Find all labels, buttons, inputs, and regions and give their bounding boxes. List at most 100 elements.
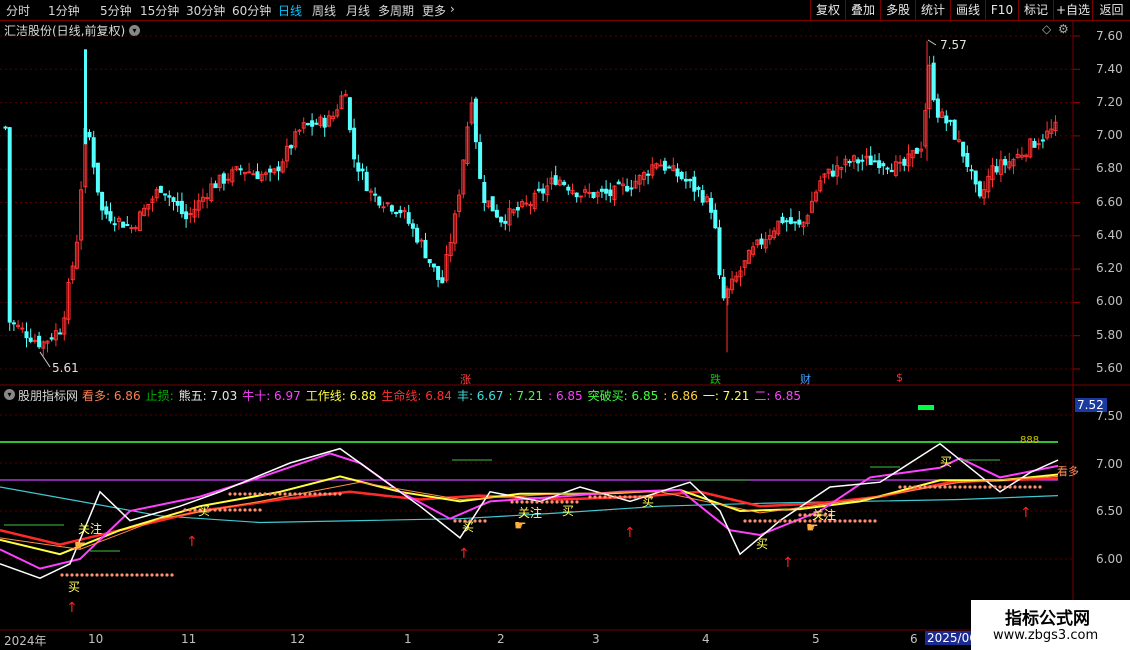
candle-body xyxy=(184,211,189,220)
signal-dot xyxy=(555,500,559,504)
signal-dot xyxy=(628,495,632,499)
candle-body xyxy=(289,145,294,149)
candle-body xyxy=(898,161,903,164)
up-arrow-icon: ↑ xyxy=(186,534,198,550)
signal-dot xyxy=(923,485,927,489)
candle-body xyxy=(1040,139,1045,142)
candle-body xyxy=(688,178,693,182)
signal-dot xyxy=(858,519,862,523)
indicator-item: 突破买: 6.85 xyxy=(587,389,659,403)
candle-body xyxy=(536,188,541,192)
signal-dot xyxy=(120,573,124,577)
candle-body xyxy=(314,122,319,125)
signal-dot xyxy=(253,492,257,496)
signal-dot xyxy=(1003,485,1007,489)
candle-body xyxy=(713,209,718,229)
low-price-label: 5.61 xyxy=(52,361,79,375)
candle-body xyxy=(121,221,126,228)
signal-dot xyxy=(228,508,232,512)
signal-dot xyxy=(293,492,297,496)
candle-body xyxy=(1003,159,1008,166)
candle-body xyxy=(125,223,130,226)
signal-dot xyxy=(983,485,987,489)
up-arrow-icon: ↑ xyxy=(458,546,470,562)
indicator-name[interactable]: 股朋指标网 xyxy=(18,387,78,404)
signal-dot xyxy=(963,485,967,489)
candle-body xyxy=(402,210,407,213)
candle-body xyxy=(935,98,940,118)
signal-dot xyxy=(743,519,747,523)
signal-dot xyxy=(188,508,192,512)
candle-body xyxy=(84,49,87,145)
candle-body xyxy=(868,155,873,165)
candle-body xyxy=(179,200,184,215)
signal-dot xyxy=(938,485,942,489)
indicator-item: 一: 7.21 xyxy=(702,389,750,403)
signal-dot xyxy=(483,519,487,523)
signal-dot xyxy=(933,485,937,489)
signal-dot xyxy=(848,519,852,523)
signal-dot xyxy=(60,573,64,577)
x-tick: 11 xyxy=(181,632,197,646)
up-arrow-icon: ↑ xyxy=(1020,505,1032,521)
signal-dot xyxy=(623,495,627,499)
event-marker-dollar[interactable]: $ xyxy=(896,371,903,384)
watch-signal: 看多 xyxy=(1057,465,1079,478)
signal-dot xyxy=(243,492,247,496)
candle-body xyxy=(95,162,100,193)
candle-body xyxy=(226,178,231,181)
signal-dot xyxy=(788,519,792,523)
candle-body xyxy=(175,200,180,206)
candle-body xyxy=(587,191,592,194)
candle-body xyxy=(58,332,63,335)
signal-dot xyxy=(338,492,342,496)
candle-body xyxy=(389,205,394,212)
candle-body xyxy=(440,277,445,284)
candle-body xyxy=(604,188,609,194)
event-marker-finance[interactable]: 财 xyxy=(800,371,811,387)
candle-body xyxy=(952,119,957,140)
event-marker-up[interactable]: 涨 xyxy=(460,371,471,387)
candle-body xyxy=(129,227,134,230)
signal-dot xyxy=(1033,485,1037,489)
candle-body xyxy=(368,190,373,193)
candle-body xyxy=(662,160,667,171)
candle-body xyxy=(251,173,256,176)
hand-pointer-icon: ☛ xyxy=(806,520,819,536)
signal-dot xyxy=(545,500,549,504)
buy-signal: 买 xyxy=(462,520,475,534)
candle-body xyxy=(948,119,953,122)
ind-y-tick: 6.50 xyxy=(1096,504,1123,518)
signal-dot xyxy=(213,508,217,512)
y-tick: 7.20 xyxy=(1096,95,1123,109)
candle-body xyxy=(944,115,949,124)
candle-body xyxy=(394,211,399,214)
candle-body xyxy=(427,259,432,264)
signal-dot xyxy=(748,519,752,523)
candle-body xyxy=(415,227,420,243)
signal-dot xyxy=(263,492,267,496)
buy-signal: 买 xyxy=(756,537,769,551)
signal-dot xyxy=(588,495,592,499)
candle-body xyxy=(608,189,613,197)
signal-dot xyxy=(130,573,134,577)
candle-body xyxy=(994,166,999,173)
signal-dot xyxy=(928,485,932,489)
signal-dot xyxy=(575,500,579,504)
signal-dot xyxy=(273,492,277,496)
event-marker-down[interactable]: 跌 xyxy=(710,371,721,387)
candle-body xyxy=(419,239,424,242)
chevron-down-icon[interactable]: ▾ xyxy=(4,389,15,400)
x-tick: 10 xyxy=(88,632,104,646)
signal-dot xyxy=(303,492,307,496)
y-tick: 6.80 xyxy=(1096,161,1123,175)
candle-body xyxy=(515,207,520,211)
signal-dot xyxy=(978,485,982,489)
signal-dot xyxy=(1013,485,1017,489)
candle-body xyxy=(238,168,243,171)
candle-body xyxy=(213,183,218,189)
candle-body xyxy=(247,171,252,174)
signal-dot xyxy=(248,492,252,496)
signal-dot xyxy=(608,495,612,499)
candle-body xyxy=(973,170,978,185)
